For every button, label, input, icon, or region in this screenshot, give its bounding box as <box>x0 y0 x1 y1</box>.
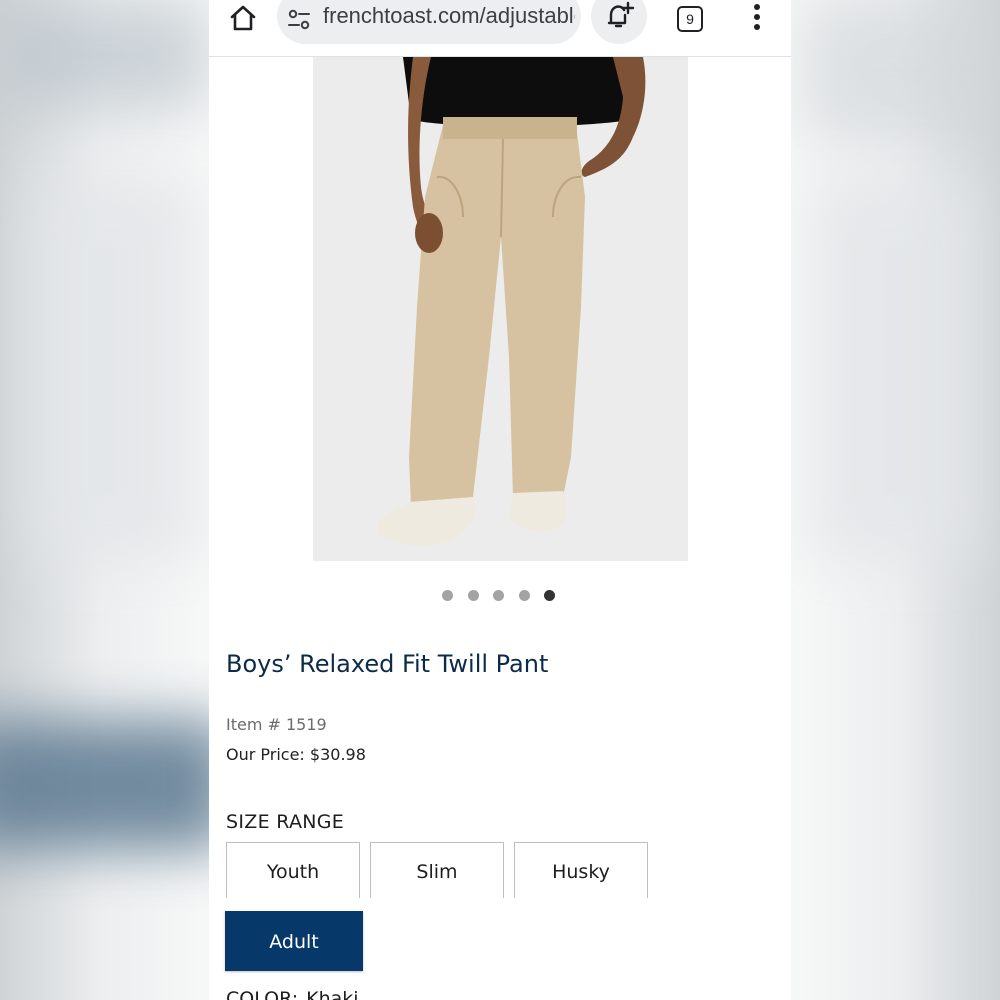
address-bar[interactable]: frenchtoast.com/adjustable <box>277 0 581 44</box>
product-price: Our Price: $30.98 <box>226 745 366 764</box>
home-icon <box>230 5 256 31</box>
carousel-dot[interactable] <box>518 590 530 601</box>
product-image[interactable] <box>313 57 688 561</box>
url-text[interactable]: frenchtoast.com/adjustable <box>323 3 575 29</box>
color-value: Khaki <box>306 988 359 1000</box>
home-button[interactable] <box>227 2 259 34</box>
background-blur <box>810 180 980 560</box>
size-range-heading: SIZE RANGE <box>226 811 345 833</box>
size-option-slim[interactable]: Slim <box>370 842 504 898</box>
add-alert-button[interactable] <box>591 0 647 44</box>
tune-icon[interactable] <box>287 8 313 32</box>
product-title: Boys’ Relaxed Fit Twill Pant <box>226 650 549 678</box>
screenshot-stage: frenchtoast.com/adjustable 9 Boys’ Relax… <box>0 0 1000 1000</box>
background-blur <box>0 720 230 850</box>
background-blur <box>800 0 1000 140</box>
tab-switcher-button[interactable]: 9 <box>675 4 705 32</box>
background-blur <box>0 0 210 110</box>
carousel-dot[interactable] <box>467 590 479 601</box>
size-option-youth[interactable]: Youth <box>226 842 360 898</box>
add-alert-icon <box>607 1 635 28</box>
carousel-dots <box>442 590 570 602</box>
color-label: COLOR: <box>226 988 299 1000</box>
tab-count: 9 <box>677 6 703 32</box>
color-selector-label: COLOR: Khaki <box>226 988 359 1000</box>
more-vert-icon[interactable] <box>747 2 767 32</box>
background-blur <box>30 180 200 560</box>
carousel-dot-active[interactable] <box>544 590 555 601</box>
item-number: Item # 1519 <box>226 715 327 734</box>
size-option-husky[interactable]: Husky <box>514 842 648 898</box>
size-option-adult-selected[interactable]: Adult <box>225 911 363 971</box>
carousel-dot[interactable] <box>493 590 504 601</box>
pants-illustration <box>376 57 646 546</box>
browser-toolbar: frenchtoast.com/adjustable 9 <box>209 0 791 57</box>
carousel-dot[interactable] <box>442 590 453 601</box>
phone-screen: frenchtoast.com/adjustable 9 Boys’ Relax… <box>209 0 791 1000</box>
